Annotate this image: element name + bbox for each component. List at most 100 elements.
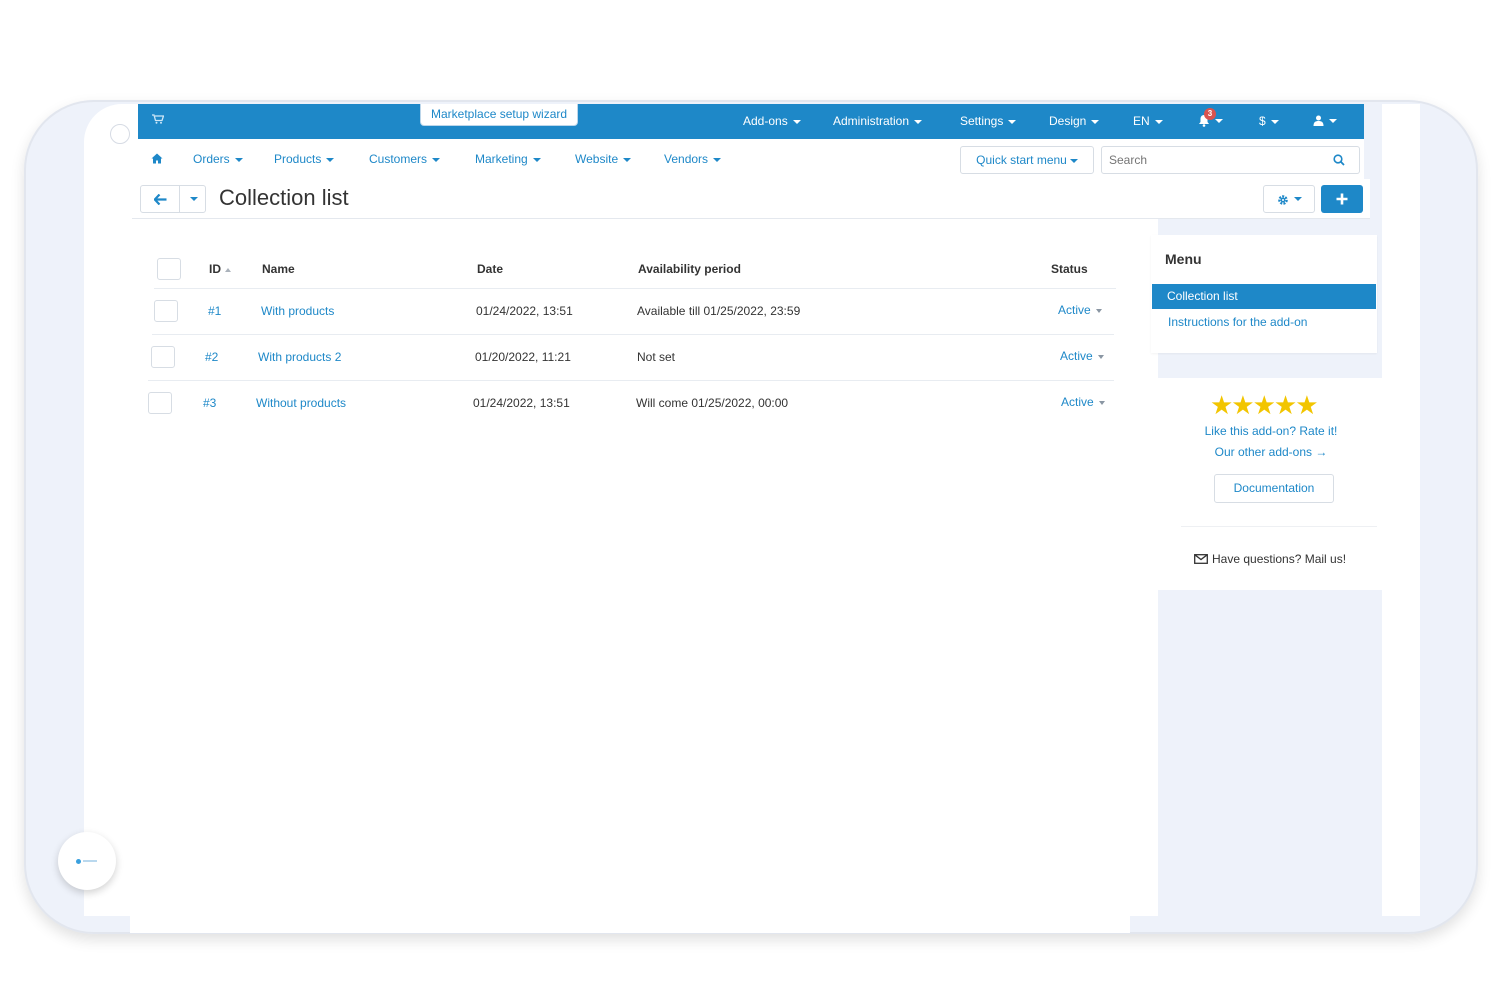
row-availability: Not set (637, 350, 676, 364)
setup-wizard-button[interactable]: Marketplace setup wizard (420, 104, 579, 126)
nav-item-website[interactable]: Website (575, 152, 632, 166)
currency-dropdown[interactable]: $ (1259, 114, 1279, 128)
home-icon[interactable] (151, 153, 163, 164)
gear-icon (1278, 195, 1288, 205)
nav-item-label: Products (274, 152, 322, 166)
status-dropdown[interactable]: Active (1060, 349, 1104, 363)
column-header-date[interactable]: Date (477, 262, 503, 276)
topbar-item-label: Design (1049, 114, 1087, 128)
search-input[interactable] (1101, 146, 1321, 174)
chevron-down-icon (190, 197, 198, 201)
rate-addon-link[interactable]: Like this add-on? Rate it! (1157, 424, 1385, 438)
topbar-item-design[interactable]: Design (1049, 114, 1100, 128)
topbar-item-label: Administration (833, 114, 910, 128)
row-checkbox[interactable] (154, 300, 178, 322)
topbar-item-label: Settings (960, 114, 1004, 128)
search-button[interactable] (1320, 146, 1360, 174)
status-label: Active (1061, 395, 1094, 409)
topbar-item-language[interactable]: EN (1133, 114, 1163, 128)
notification-badge: 3 (1204, 108, 1216, 120)
quick-start-menu-button[interactable]: Quick start menu (960, 146, 1094, 174)
fab-line-icon (83, 860, 97, 862)
row-divider (154, 288, 1116, 289)
status-dropdown[interactable]: Active (1058, 303, 1102, 317)
row-name-link[interactable]: With products 2 (258, 350, 341, 364)
add-button[interactable] (1321, 185, 1363, 213)
search-icon (1333, 154, 1345, 166)
fab-dot-icon (76, 859, 81, 864)
row-checkbox[interactable] (151, 346, 175, 368)
chevron-down-icon (1097, 354, 1104, 359)
divider (1181, 526, 1377, 527)
row-id-link[interactable]: #3 (203, 396, 216, 410)
chevron-down-icon (792, 119, 801, 124)
row-divider (152, 334, 1114, 335)
status-label: Active (1058, 303, 1091, 317)
chevron-down-icon (1270, 119, 1279, 124)
nav-item-vendors[interactable]: Vendors (664, 152, 722, 166)
user-menu[interactable] (1313, 113, 1337, 127)
chevron-down-icon (432, 157, 441, 162)
row-name-link[interactable]: Without products (256, 396, 346, 410)
chevron-down-icon (1215, 118, 1223, 123)
row-id-link[interactable]: #2 (205, 350, 218, 364)
nav-item-customers[interactable]: Customers (369, 152, 441, 166)
column-header-name[interactable]: Name (262, 262, 295, 276)
chevron-down-icon (1098, 400, 1105, 405)
topbar-item-administration[interactable]: Administration (833, 114, 923, 128)
chevron-down-icon (326, 157, 335, 162)
sidebar-item-collection-list[interactable]: Collection list (1152, 284, 1376, 309)
chevron-down-icon (623, 157, 632, 162)
mail-us-label: Have questions? Mail us! (1212, 552, 1347, 566)
column-header-label: ID (209, 262, 221, 276)
column-header-availability: Availability period (638, 262, 741, 276)
window-dot (110, 124, 130, 144)
nav-item-label: Vendors (664, 152, 709, 166)
documentation-button[interactable]: Documentation (1214, 474, 1334, 503)
status-label: Active (1060, 349, 1093, 363)
chevron-down-icon (914, 119, 923, 124)
row-date: 01/24/2022, 13:51 (473, 396, 570, 410)
cart-icon[interactable] (152, 114, 164, 124)
back-dropdown-button[interactable] (179, 185, 206, 213)
row-divider (148, 380, 1114, 381)
chevron-down-icon (1329, 118, 1337, 123)
other-addons-link[interactable]: Our other add-ons → (1157, 445, 1385, 459)
plus-icon (1336, 193, 1348, 205)
select-all-checkbox[interactable] (157, 258, 181, 280)
chevron-down-icon (1294, 197, 1302, 201)
topbar-item-settings[interactable]: Settings (960, 114, 1017, 128)
row-id-link[interactable]: #1 (208, 304, 221, 318)
mail-us-link[interactable]: Have questions? Mail us! (1194, 552, 1346, 566)
row-availability: Available till 01/25/2022, 23:59 (637, 304, 801, 318)
topbar-item-addons[interactable]: Add-ons (743, 114, 801, 128)
user-icon (1313, 115, 1324, 127)
status-dropdown[interactable]: Active (1061, 395, 1105, 409)
quick-start-label: Quick start menu (976, 153, 1067, 167)
sort-asc-icon (225, 267, 231, 272)
row-name-link[interactable]: With products (261, 304, 334, 318)
arrow-left-icon (154, 194, 167, 205)
envelope-icon (1194, 554, 1208, 564)
sidebar-item-instructions[interactable]: Instructions for the add-on (1168, 315, 1307, 329)
row-checkbox[interactable] (148, 392, 172, 414)
back-button[interactable] (140, 185, 180, 213)
column-header-status[interactable]: Status (1051, 262, 1088, 276)
nav-item-marketing[interactable]: Marketing (475, 152, 541, 166)
chevron-down-icon (234, 157, 243, 162)
collection-table-panel (130, 233, 1130, 933)
nav-item-products[interactable]: Products (274, 152, 335, 166)
column-header-id[interactable]: ID (209, 262, 231, 276)
row-date: 01/20/2022, 11:21 (475, 350, 571, 364)
nav-item-orders[interactable]: Orders (193, 152, 243, 166)
row-availability: Will come 01/25/2022, 00:00 (636, 396, 789, 410)
chevron-down-icon (532, 157, 541, 162)
settings-dropdown-button[interactable] (1263, 185, 1315, 213)
chevron-down-icon (1008, 119, 1017, 124)
menu-title: Menu (1165, 251, 1202, 267)
rating-stars[interactable]: ★★★★★ (1210, 392, 1319, 418)
topbar-item-label: Add-ons (743, 114, 788, 128)
chevron-down-icon (1091, 119, 1100, 124)
currency-label: $ (1259, 114, 1266, 128)
row-date: 01/24/2022, 13:51 (476, 304, 573, 318)
